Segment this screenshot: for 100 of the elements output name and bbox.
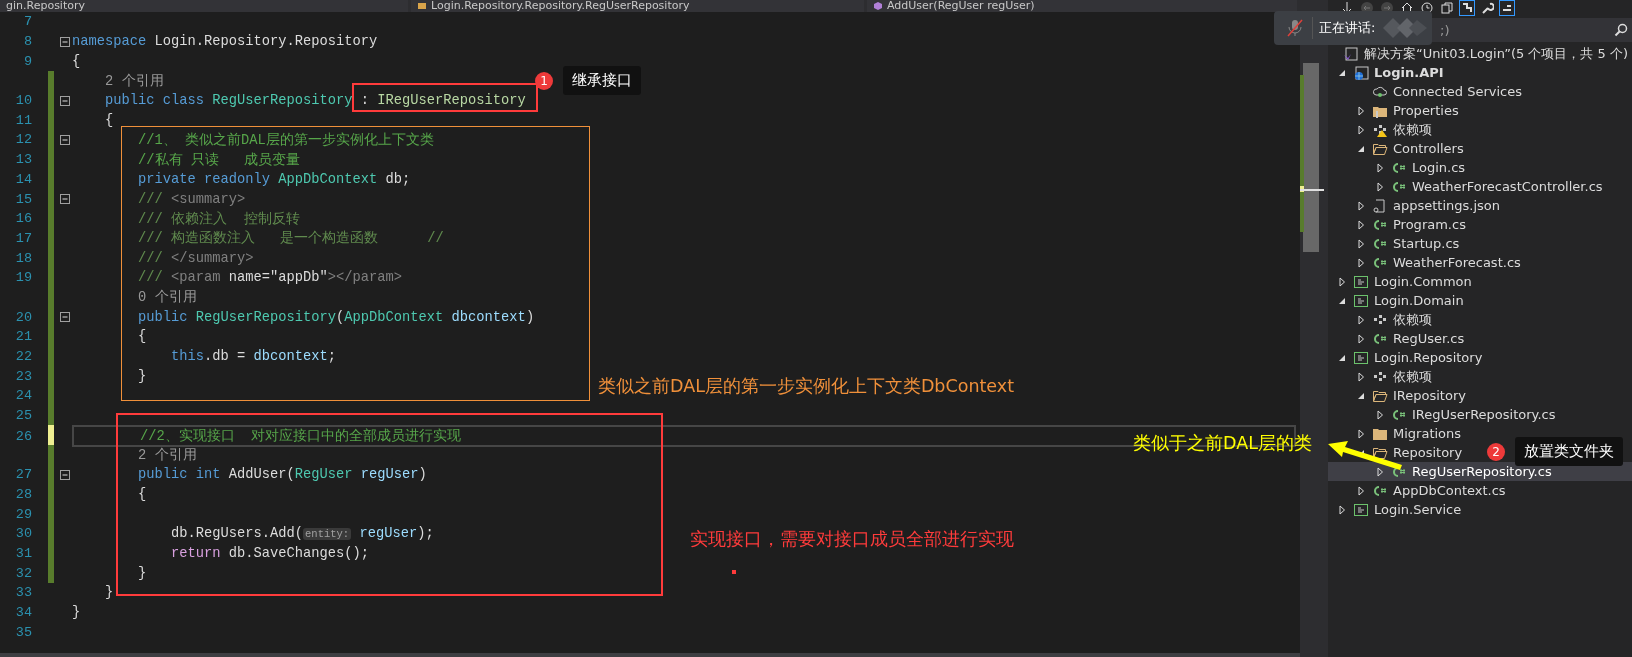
- line-number: 21: [14, 329, 32, 345]
- line-number: 27: [14, 467, 32, 483]
- copy-icon[interactable]: [1440, 1, 1454, 15]
- code-line: /// 构造函数注入 是一个构造函数 //: [137, 229, 444, 248]
- reference-count-link[interactable]: 0 个引用: [72, 288, 197, 307]
- annotation-text: 实现接口，需要对接口成员全部进行实现: [690, 528, 1014, 551]
- line-number: 18: [14, 250, 32, 266]
- reference-count-link[interactable]: 2 个引用: [72, 445, 197, 464]
- tree-item[interactable]: appsettings.json: [1393, 198, 1501, 213]
- tree-item[interactable]: IRegUserRepository.cs: [1412, 407, 1556, 422]
- tree-item[interactable]: WeatherForecastController.cs: [1412, 179, 1603, 194]
- line-number: 10: [14, 93, 32, 109]
- code-line: }: [137, 565, 147, 581]
- line-number: 24: [14, 388, 32, 404]
- callout-label: 放置类文件夹: [1515, 437, 1623, 466]
- code-line: /// <summary>: [137, 191, 246, 207]
- tree-item[interactable]: Repository: [1393, 445, 1463, 460]
- muted-microphone-icon[interactable]: [1284, 17, 1306, 39]
- tree-item[interactable]: Startup.cs: [1393, 236, 1460, 251]
- annotation-text: 类似之前DAL层的第一步实例化上下文类DbContext: [598, 375, 1015, 398]
- line-number: 16: [14, 211, 32, 227]
- step-badge: 1: [535, 71, 553, 90]
- collapse-icon[interactable]: [60, 134, 70, 145]
- line-number: 20: [14, 309, 32, 325]
- tree-item[interactable]: Login.Common: [1374, 274, 1472, 289]
- collapse-all-icon[interactable]: [1500, 1, 1514, 15]
- tree-item[interactable]: Login.API: [1374, 65, 1444, 80]
- annotation-text: 类似于之前DAL层的类: [1133, 432, 1312, 455]
- code-line: /// </summary>: [137, 250, 254, 266]
- line-number: 29: [14, 506, 32, 522]
- collapse-icon[interactable]: [60, 95, 70, 106]
- line-number: 23: [14, 368, 32, 384]
- tree-item[interactable]: AppDbContext.cs: [1393, 483, 1506, 498]
- code-line: private readonly AppDbContext db;: [137, 171, 411, 187]
- tree-item[interactable]: IRepository: [1393, 388, 1466, 403]
- project-dropdown[interactable]: gin.Repository: [0, 0, 411, 12]
- code-line: /// 依赖注入 控制反转: [137, 210, 300, 228]
- tree-item[interactable]: WeatherForecast.cs: [1393, 255, 1521, 270]
- tree-item[interactable]: 依赖项: [1393, 120, 1432, 139]
- line-number: 35: [14, 624, 32, 640]
- code-line: //私有 只读 成员变量: [137, 151, 300, 169]
- project-icon: [1353, 292, 1369, 309]
- collapse-icon[interactable]: [60, 36, 70, 47]
- line-number: 14: [14, 171, 32, 187]
- line-number: 13: [14, 152, 32, 168]
- callout-label: 继承接口: [563, 66, 641, 95]
- tree-item[interactable]: RegUser.cs: [1393, 331, 1465, 346]
- code-line: public int AddUser(RegUser regUser): [137, 467, 427, 483]
- code-line: /// <param name="appDb"></param>: [137, 270, 403, 286]
- search-icon[interactable]: [1614, 23, 1628, 37]
- wrench-icon[interactable]: [1480, 1, 1494, 15]
- line-number: 17: [14, 230, 32, 246]
- tree-item[interactable]: Migrations: [1393, 426, 1462, 441]
- code-line: db.RegUsers.Add(entity: regUser);: [170, 526, 434, 542]
- collapse-icon[interactable]: [60, 312, 70, 323]
- line-number: 22: [14, 349, 32, 365]
- project-icon: [1353, 273, 1369, 290]
- code-line: namespace Login.Repository.Repository: [72, 34, 378, 50]
- tree-item[interactable]: Controllers: [1393, 141, 1464, 156]
- code-line: public class RegUserRepository : IRegUserRepository: [104, 93, 526, 109]
- code-line: {: [137, 486, 147, 502]
- code-line: return db.SaveChanges();: [170, 545, 370, 561]
- solution-icon: [1343, 45, 1359, 62]
- tree-item[interactable]: 依赖项: [1393, 310, 1432, 329]
- tree-item[interactable]: Login.Repository: [1374, 350, 1483, 365]
- code-line: {: [137, 329, 147, 345]
- tree-item[interactable]: Login.Domain: [1374, 293, 1464, 308]
- tree-item[interactable]: Program.cs: [1393, 217, 1466, 232]
- reference-count-link[interactable]: 2 个引用: [72, 71, 164, 90]
- code-line: {: [104, 112, 114, 128]
- line-number: 19: [14, 270, 32, 286]
- line-number: 34: [14, 604, 32, 620]
- collapse-icon[interactable]: [60, 469, 70, 480]
- line-number: 32: [14, 565, 32, 581]
- tree-item[interactable]: 依赖项: [1393, 367, 1432, 386]
- code-line: {: [72, 53, 81, 69]
- tree-view-icon[interactable]: [1460, 1, 1474, 15]
- globe-project-icon: [1353, 64, 1369, 81]
- line-number: 9: [22, 53, 32, 69]
- line-number: 12: [14, 132, 32, 148]
- tree-item[interactable]: 解决方案“Unit03.Login”(5 个项目，共 5 个): [1364, 44, 1629, 63]
- line-number: 11: [14, 112, 32, 128]
- code-line: //2、实现接口 对对应接口中的全部成员进行实现: [139, 427, 462, 446]
- line-number: 26: [14, 428, 32, 444]
- code-line: this.db = dbcontext;: [170, 349, 337, 365]
- collapse-icon[interactable]: [60, 194, 70, 205]
- code-line: public RegUserRepository(AppDbContext dbcontext): [137, 309, 535, 325]
- class-dropdown[interactable]: Login.Repository.Repository.RegUserRepository: [411, 0, 867, 12]
- tree-item[interactable]: Properties: [1393, 103, 1459, 118]
- line-number: 30: [14, 526, 32, 542]
- line-number: 31: [14, 545, 32, 561]
- line-number: 25: [14, 408, 32, 424]
- tree-item[interactable]: Login.Service: [1374, 502, 1462, 517]
- code-line: }: [137, 368, 147, 384]
- tree-item[interactable]: Connected Services: [1393, 84, 1522, 99]
- line-number: 33: [14, 585, 32, 601]
- code-line: }: [72, 604, 81, 620]
- tree-item[interactable]: Login.cs: [1412, 160, 1466, 175]
- line-number: 7: [22, 14, 32, 30]
- code-line: }: [104, 585, 114, 601]
